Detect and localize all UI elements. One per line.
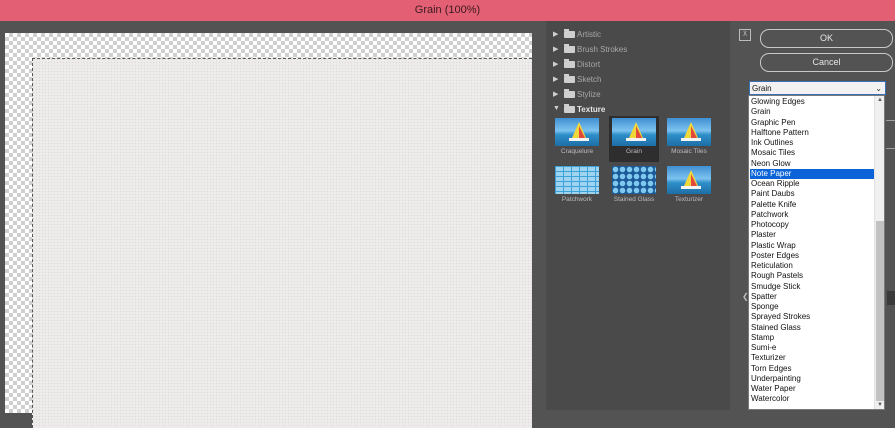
filter-dropdown-list[interactable]: Glowing Edges Grain Graphic Pen Halftone… — [748, 95, 885, 410]
dropdown-scrollbar[interactable]: ▲ ▼ — [874, 96, 884, 409]
dropdown-option[interactable]: Graphic Pen — [750, 118, 874, 128]
thumbnail-label: Texturizer — [674, 196, 704, 203]
category-distort[interactable]: ▶ Distort — [546, 57, 716, 72]
thumbnail-image — [667, 118, 711, 146]
category-brush-strokes[interactable]: ▶ Brush Strokes — [546, 42, 716, 57]
thumbnail-image — [555, 166, 599, 194]
dropdown-option[interactable]: Spatter — [750, 292, 874, 302]
preview-area[interactable] — [0, 21, 545, 428]
thumbnail-craquelure[interactable]: Craquelure — [552, 116, 602, 162]
dropdown-option[interactable]: Ink Outlines — [750, 138, 874, 148]
thumbnail-label: Patchwork — [561, 196, 593, 203]
dropdown-option[interactable]: Sponge — [750, 302, 874, 312]
expand-arrow-icon: ▶ — [553, 46, 559, 53]
folder-open-icon — [564, 104, 575, 113]
dropdown-option[interactable]: Palette Knife — [750, 200, 874, 210]
filter-gallery: ▶ Artistic ▶ Brush Strokes ▶ Distort ▶ S… — [546, 21, 722, 410]
dropdown-option[interactable]: Sprayed Strokes — [750, 312, 874, 322]
thumbnail-grain[interactable]: Grain — [609, 116, 659, 162]
thumbnail-label: Craquelure — [560, 148, 594, 155]
category-label: Brush Strokes — [577, 45, 628, 54]
thumbnail-label: Grain — [626, 148, 642, 155]
thumbnail-label: Stained Glass — [613, 196, 655, 203]
scrollbar-thumb[interactable] — [876, 221, 884, 401]
panel-edge-box — [887, 291, 895, 305]
thumbnail-image — [667, 166, 711, 194]
thumbnail-patchwork[interactable]: Patchwork — [552, 164, 602, 210]
panel-edge-mark — [886, 120, 895, 121]
thumbnail-mosaic-tiles[interactable]: Mosaic Tiles — [664, 116, 714, 162]
dropdown-option[interactable]: Rough Pastels — [750, 271, 874, 281]
dropdown-option[interactable]: Smudge Stick — [750, 282, 874, 292]
dropdown-option[interactable]: Plastic Wrap — [750, 241, 874, 251]
window-title-bar: Grain (100%) — [0, 0, 895, 21]
dropdown-option[interactable]: Grain — [750, 107, 874, 117]
dropdown-option[interactable]: Mosaic Tiles — [750, 148, 874, 158]
category-label: Distort — [577, 60, 601, 69]
transparency-canvas — [5, 33, 532, 428]
window-title: Grain (100%) — [414, 4, 481, 16]
dropdown-option[interactable]: Sumi-e — [750, 343, 874, 353]
thumbnail-image — [555, 118, 599, 146]
expand-arrow-icon: ▶ — [553, 31, 559, 38]
filter-select-value: Grain — [752, 84, 772, 93]
category-label: Stylize — [577, 90, 601, 99]
dropdown-option[interactable]: Glowing Edges — [750, 97, 874, 107]
scroll-down-icon[interactable]: ▼ — [877, 402, 883, 408]
dropdown-option[interactable]: Water Paper — [750, 384, 874, 394]
cancel-button[interactable]: Cancel — [760, 53, 893, 72]
dropdown-option[interactable]: Plaster — [750, 230, 874, 240]
dropdown-option[interactable]: Photocopy — [750, 220, 874, 230]
document-edge-top — [32, 58, 532, 60]
folder-icon — [564, 29, 575, 38]
dropdown-option[interactable]: Stamp — [750, 333, 874, 343]
category-label: Artistic — [577, 30, 601, 39]
expand-arrow-icon: ▶ — [553, 61, 559, 68]
document-preview[interactable] — [32, 58, 532, 428]
chevron-down-icon: ⌄ — [875, 84, 882, 93]
dropdown-option[interactable]: Underpainting — [750, 374, 874, 384]
collapse-icon[interactable]: ⊼ — [739, 29, 751, 41]
dropdown-option[interactable]: Reticulation — [750, 261, 874, 271]
category-sketch[interactable]: ▶ Sketch — [546, 72, 716, 87]
panel-edge-mark — [886, 148, 895, 149]
dropdown-option[interactable]: Halftone Pattern — [750, 128, 874, 138]
ok-button[interactable]: OK — [760, 29, 893, 48]
chevron-left-icon[interactable]: ❮ — [742, 292, 749, 301]
folder-icon — [564, 59, 575, 68]
category-stylize[interactable]: ▶ Stylize — [546, 87, 716, 102]
document-edge-left — [32, 58, 34, 428]
dropdown-option[interactable]: Watercolor — [750, 394, 874, 404]
category-label: Sketch — [577, 75, 602, 84]
dropdown-option[interactable]: Stained Glass — [750, 323, 874, 333]
expand-arrow-icon: ▶ — [553, 91, 559, 98]
category-artistic[interactable]: ▶ Artistic — [546, 27, 716, 42]
filter-select[interactable]: Grain ⌄ — [749, 81, 886, 95]
dropdown-option[interactable]: Poster Edges — [750, 251, 874, 261]
collapse-arrow-icon: ▼ — [553, 105, 560, 112]
thumbnail-label: Mosaic Tiles — [671, 148, 707, 155]
scroll-up-icon[interactable]: ▲ — [877, 97, 883, 103]
dropdown-option[interactable]: Patchwork — [750, 210, 874, 220]
expand-arrow-icon: ▶ — [553, 76, 559, 83]
panel-divider — [722, 21, 730, 410]
thumbnail-image — [612, 166, 656, 194]
dropdown-option[interactable]: Torn Edges — [750, 364, 874, 374]
folder-icon — [564, 74, 575, 83]
dropdown-option[interactable]: Ocean Ripple — [750, 179, 874, 189]
category-label: Texture — [577, 105, 606, 114]
thumbnail-stained-glass[interactable]: Stained Glass — [609, 164, 659, 210]
dropdown-option-highlighted[interactable]: Note Paper — [750, 168, 874, 179]
thumbnail-texturizer[interactable]: Texturizer — [664, 164, 714, 210]
thumbnail-image — [612, 118, 656, 146]
folder-icon — [564, 89, 575, 98]
dropdown-option[interactable]: Neon Glow — [750, 159, 874, 169]
category-texture[interactable]: ▼ Texture — [546, 102, 716, 117]
dropdown-option[interactable]: Paint Daubs — [750, 189, 874, 199]
dropdown-option[interactable]: Texturizer — [750, 353, 874, 363]
folder-icon — [564, 44, 575, 53]
